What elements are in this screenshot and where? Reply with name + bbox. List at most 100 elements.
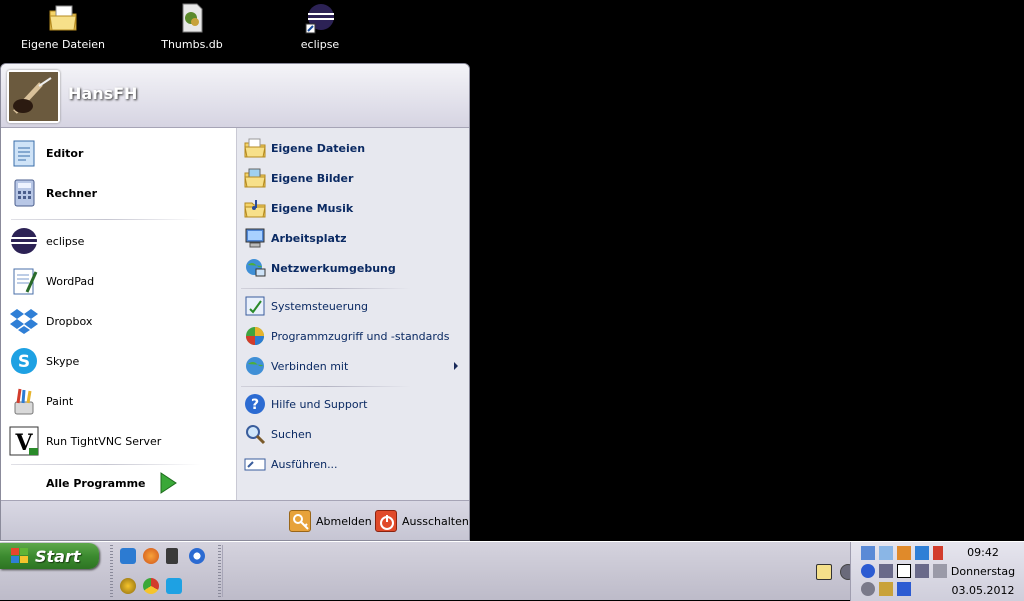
place-label: Ausführen... <box>271 457 338 471</box>
teamviewer-icon[interactable] <box>166 578 182 594</box>
place-label: Hilfe und Support <box>271 397 368 411</box>
firefox-icon[interactable] <box>143 548 159 564</box>
network-disconnected-icon[interactable] <box>879 564 893 578</box>
place-eigene-bilder[interactable]: Eigene Bilder <box>244 165 466 191</box>
security-tray-icon[interactable] <box>879 582 893 596</box>
desktop-icon-eclipse[interactable]: eclipse <box>272 2 368 51</box>
place-label: Arbeitsplatz <box>271 231 347 245</box>
all-programs-button[interactable]: Alle Programme <box>46 465 226 501</box>
user-avatar[interactable] <box>7 70 60 123</box>
program-label: Editor <box>46 146 84 160</box>
green-arrow-icon <box>158 472 178 494</box>
place-suchen[interactable]: Suchen <box>244 421 466 447</box>
separator <box>11 219 201 220</box>
toolbar-grip[interactable] <box>110 545 113 599</box>
place-label: Verbinden mit <box>271 359 349 373</box>
control-panel-icon <box>244 295 266 317</box>
place-label: Eigene Musik <box>271 201 354 215</box>
program-defaults-icon <box>244 325 266 347</box>
program-skype[interactable]: S Skype <box>9 343 229 379</box>
place-ausfuehren[interactable]: Ausführen... <box>244 451 466 477</box>
dropbox-tray-icon[interactable] <box>915 546 929 560</box>
skype-icon: S <box>9 346 39 376</box>
network-disconnected-icon[interactable] <box>915 564 929 578</box>
place-hilfe[interactable]: ? Hilfe und Support <box>244 391 466 417</box>
sync-tray-icon[interactable] <box>879 546 893 560</box>
clock-date: 03.05.2012 <box>951 584 1015 597</box>
network-icon <box>244 257 266 279</box>
ie-icon[interactable] <box>120 548 136 564</box>
my-pictures-icon <box>244 167 266 189</box>
eclipse-shortcut-icon <box>304 2 336 34</box>
help-icon: ? <box>244 393 266 415</box>
place-arbeitsplatz[interactable]: Arbeitsplatz <box>244 225 466 251</box>
program-dropbox[interactable]: Dropbox <box>9 303 229 339</box>
desktop-icon-label: eclipse <box>300 38 340 51</box>
eclipse-icon <box>9 226 39 256</box>
calculator-icon <box>9 178 39 208</box>
place-netzwerkumgebung[interactable]: Netzwerkumgebung <box>244 255 466 281</box>
program-eclipse[interactable]: eclipse <box>9 223 229 259</box>
battery-tray-icon[interactable] <box>933 546 943 560</box>
network-tray-icon[interactable] <box>861 546 875 560</box>
windows-logo-icon <box>10 547 30 565</box>
bluetooth-icon[interactable] <box>861 564 875 578</box>
java-tray-icon[interactable] <box>897 546 911 560</box>
program-label: Run TightVNC Server <box>46 434 162 448</box>
power-icon <box>375 510 397 532</box>
settings-tray-icon[interactable] <box>861 582 875 596</box>
chrome-icon[interactable] <box>143 578 159 594</box>
place-label: Suchen <box>271 427 312 441</box>
my-computer-icon <box>244 227 266 249</box>
volume-muted-icon[interactable] <box>933 564 947 578</box>
taskbar: Start 09:42 Donnerstag 03.05.2012 <box>0 541 1024 601</box>
program-label: WordPad <box>46 274 95 288</box>
place-label: Netzwerkumgebung <box>271 261 396 275</box>
run-icon <box>244 453 266 475</box>
clock-day: Donnerstag <box>950 565 1016 578</box>
connect-to-icon <box>244 355 266 377</box>
logoff-button[interactable]: Abmelden <box>289 509 372 533</box>
program-tightvnc[interactable]: V Run TightVNC Server <box>9 423 229 459</box>
separator <box>241 288 411 289</box>
start-menu: HansFH Editor Rechner eclipse WordPad Dr… <box>0 63 470 541</box>
place-label: Eigene Bilder <box>271 171 354 185</box>
winamp-icon[interactable] <box>120 578 136 594</box>
my-music-icon <box>244 197 266 219</box>
search-icon <box>244 423 266 445</box>
place-systemsteuerung[interactable]: Systemsteuerung <box>244 293 466 319</box>
program-editor[interactable]: Editor <box>9 135 229 171</box>
place-eigene-dateien[interactable]: Eigene Dateien <box>244 135 466 161</box>
start-button[interactable]: Start <box>0 543 99 569</box>
program-paint[interactable]: Paint <box>9 383 229 419</box>
display-tray-icon[interactable] <box>897 582 911 596</box>
program-rechner[interactable]: Rechner <box>9 175 229 211</box>
place-eigene-musik[interactable]: Eigene Musik <box>244 195 466 221</box>
desktop-icon-eigene-dateien[interactable]: Eigene Dateien <box>15 2 111 51</box>
media-player-icon[interactable] <box>189 548 205 564</box>
logoff-label: Abmelden <box>316 514 372 528</box>
phone-icon[interactable] <box>166 548 178 564</box>
submenu-arrow-icon <box>454 362 458 370</box>
tightvnc-icon: V <box>9 426 39 456</box>
place-programmzugriff[interactable]: Programmzugriff und -standards <box>244 323 466 349</box>
program-label: Rechner <box>46 186 97 200</box>
shutdown-button[interactable]: Ausschalten <box>375 509 469 533</box>
place-label: Eigene Dateien <box>271 141 366 155</box>
place-label: Systemsteuerung <box>271 299 369 313</box>
place-label: Programmzugriff und -standards <box>271 329 450 343</box>
help-tray-icon[interactable] <box>816 564 832 580</box>
dropbox-icon <box>9 306 39 336</box>
task-buttons-area <box>222 545 808 597</box>
place-verbinden-mit[interactable]: Verbinden mit <box>244 353 466 379</box>
program-wordpad[interactable]: WordPad <box>9 263 229 299</box>
clock-time[interactable]: 09:42 <box>948 546 1018 559</box>
paint-icon <box>9 386 39 416</box>
start-label: Start <box>35 546 81 566</box>
desktop-icon-label: Thumbs.db <box>161 38 223 51</box>
start-menu-footer: Abmelden Ausschalten <box>1 500 469 540</box>
toolbar-grip[interactable] <box>218 545 221 599</box>
user-name: HansFH <box>68 84 138 103</box>
desktop-icon-thumbs-db[interactable]: Thumbs.db <box>144 2 240 51</box>
tightvnc-tray-icon[interactable] <box>897 564 911 578</box>
